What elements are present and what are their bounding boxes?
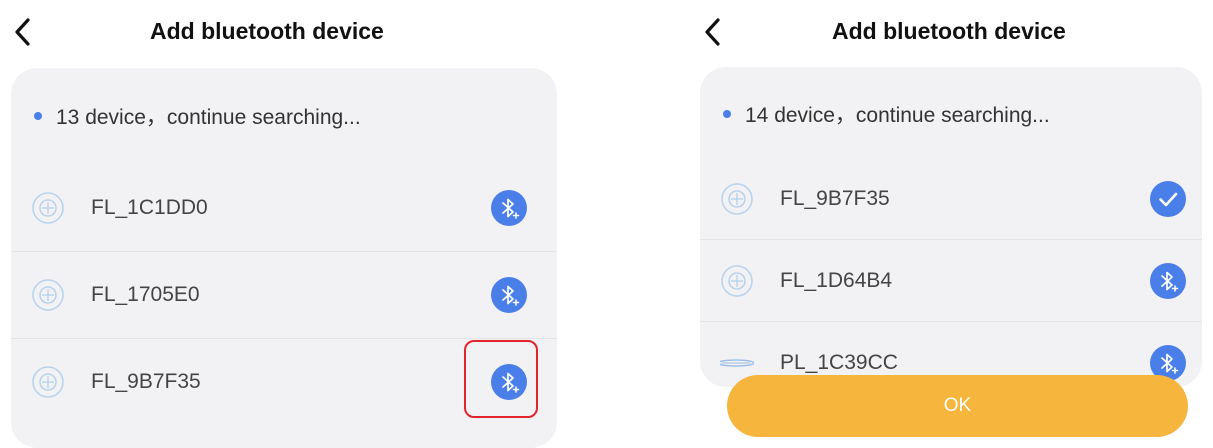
checkmark-icon [1159, 192, 1178, 206]
screen-searching: Add bluetooth device 13 device，continue … [0, 0, 585, 448]
chevron-left-icon [705, 18, 720, 46]
lamp-device-icon [720, 264, 754, 298]
bluetooth-add-icon [502, 285, 520, 306]
page-title: Add bluetooth device [150, 18, 384, 44]
device-row[interactable]: FL_9B7F35 [700, 158, 1202, 240]
device-name: FL_9B7F35 [780, 186, 890, 210]
back-button[interactable] [8, 14, 38, 50]
bluetooth-add-button[interactable] [1150, 262, 1186, 299]
device-name: PL_1C39CC [780, 350, 898, 374]
device-name: FL_1C1DD0 [91, 196, 208, 219]
chevron-left-icon [15, 18, 30, 46]
status-text: 13 device，continue searching... [56, 106, 361, 129]
lamp-device-icon [31, 191, 65, 225]
bluetooth-add-button[interactable] [491, 190, 527, 226]
device-name: FL_1D64B4 [780, 268, 893, 292]
page-title: Add bluetooth device [832, 18, 1066, 44]
back-button[interactable] [698, 14, 728, 50]
device-card: 14 device，continue searching... FL_9B7F3… [700, 67, 1202, 387]
device-row[interactable]: FL_1C1DD0 [11, 165, 557, 252]
strip-device-icon [720, 346, 754, 380]
status-dot [723, 110, 731, 118]
ok-button[interactable]: OK [727, 375, 1188, 437]
bluetooth-add-icon [1161, 271, 1179, 292]
device-row[interactable]: FL_1705E0 [11, 252, 557, 339]
device-name: FL_9B7F35 [91, 370, 201, 393]
search-status: 14 device，continue searching... [700, 94, 1202, 134]
status-dot [34, 112, 42, 120]
lamp-device-icon [31, 365, 65, 399]
search-status: 13 device，continue searching... [11, 96, 557, 136]
selected-checkmark[interactable] [1150, 180, 1186, 217]
bluetooth-add-button[interactable] [491, 277, 527, 313]
lamp-device-icon [720, 182, 754, 216]
highlight-box [464, 340, 538, 418]
lamp-device-icon [31, 278, 65, 312]
device-row[interactable]: FL_1D64B4 [700, 240, 1202, 322]
bluetooth-add-icon [502, 198, 520, 219]
screen-selected: Add bluetooth device 14 device，continue … [690, 0, 1213, 437]
device-name: FL_1705E0 [91, 283, 200, 306]
device-list: FL_9B7F35 FL_1D64B4 PL_1C39CC [700, 158, 1202, 403]
status-text: 14 device，continue searching... [745, 104, 1050, 127]
